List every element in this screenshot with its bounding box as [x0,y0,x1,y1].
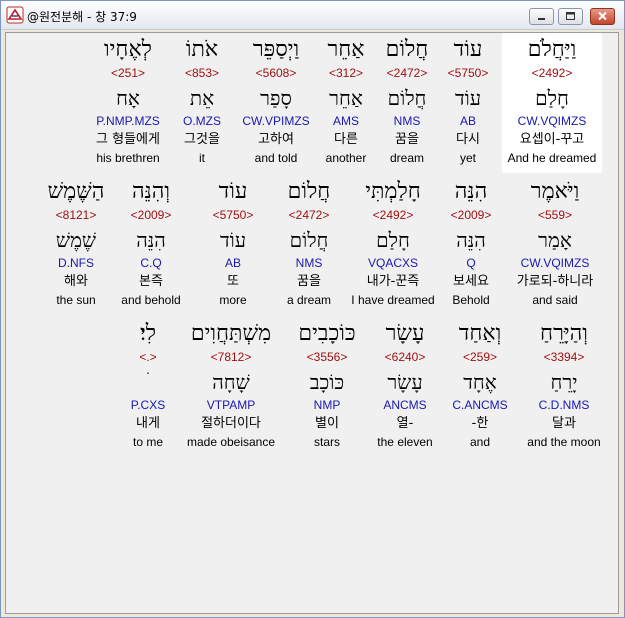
strong-number[interactable]: <251> [78,66,178,80]
parsing-code: NMP [313,398,341,412]
hebrew-word: לִי׃ [139,321,157,346]
window-title: @원전분해 - 창 37:9 [27,10,137,24]
app-icon[interactable] [6,6,24,24]
english-gloss: to me [132,435,163,449]
word-cell[interactable]: הַשֶּׁמֶשׁ <8121> שֶׁמֶשׁ D.NFS 해와 the s… [26,175,126,315]
lemma: שֶׁמֶשׁ [55,228,97,252]
word-cell[interactable]: לִי׃ <.> ׄ P.CXS 내게 to me [98,317,198,457]
minimize-button[interactable] [529,8,554,25]
korean-gloss: 해와 [64,274,88,289]
word-cell[interactable]: כּוֹכָבִים <3556> כּוֹכָב NMP 별이 stars [277,317,377,457]
parsing-code: D.NFS [58,256,94,270]
english-gloss: his brethren [96,151,160,165]
maximize-button[interactable] [558,8,583,25]
close-button[interactable] [590,8,615,25]
english-gloss: the sun [56,293,96,307]
english-gloss: stars [313,435,340,449]
strong-number[interactable]: <8121> [26,208,126,222]
korean-gloss: 그 형들에게 [96,132,160,147]
strong-number[interactable]: <3556> [277,350,377,364]
verse-analysis-panel[interactable]: וַיַּחֲלֹם <2492> חָלַם CW.VQIMZS 요셉이-꾸고… [5,32,619,614]
parsing-code: P.CXS [130,398,166,412]
korean-gloss: 내게 [136,416,160,431]
verse-row-3: וְהַיָּרֵחַ <3394> יָרֵחַ C.D.NMS 달과 and… [6,317,618,457]
word-cell[interactable]: לְאֶחָיו <251> אָח P.NMP.MZS 그 형들에게 his … [78,33,178,173]
lemma: כּוֹכָב [309,370,345,394]
maximize-icon [566,12,575,20]
korean-gloss: 별이 [315,416,339,431]
app-window: @원전분해 - 창 37:9 וַיַּחֲלֹם <2492> חָלַם C… [0,0,625,618]
hebrew-word: הַשֶּׁמֶשׁ [47,179,105,204]
hebrew-word: כּוֹכָבִים [298,321,356,346]
strong-number[interactable]: <.> [98,350,198,364]
title-bar[interactable]: @원전분해 - 창 37:9 [1,1,624,30]
close-icon [598,11,607,21]
minimize-icon [538,18,545,20]
hebrew-word: לְאֶחָיו [104,37,152,62]
verse-row-1: וַיַּחֲלֹם <2492> חָלַם CW.VQIMZS 요셉이-꾸고… [6,33,618,173]
lemma: אָח [116,86,140,110]
verse-row-2: וַיֹּאמֶר <559> אָמַר CW.VQIMZS 가로되-하니라 … [6,175,618,315]
lemma: ׄ [98,369,198,395]
parsing-code: P.NMP.MZS [96,114,160,128]
